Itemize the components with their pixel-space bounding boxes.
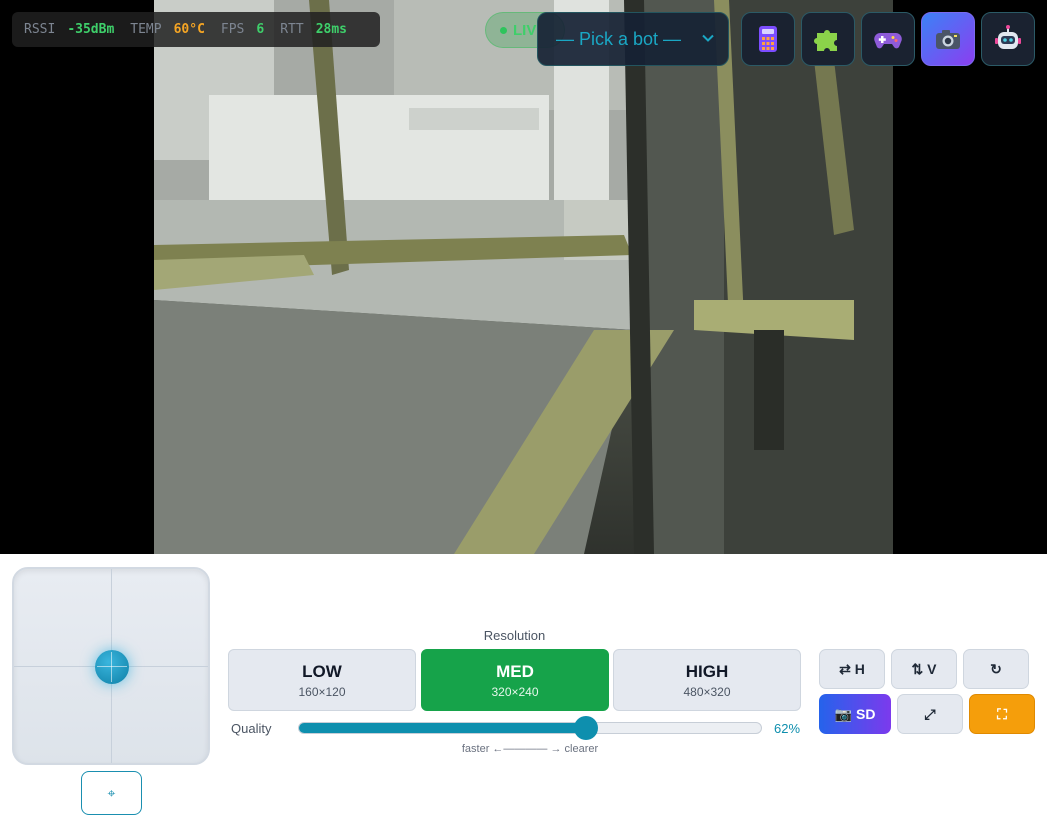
bot-picker-select[interactable]: — Pick a bot —: [537, 12, 729, 66]
resolution-low-dim: 160×120: [298, 684, 346, 699]
crosshair-icon: ⌖: [107, 784, 116, 801]
flip-vertical-label: ⇅ V: [911, 660, 937, 677]
flip-horizontal-button[interactable]: ⇄ H: [819, 649, 885, 689]
joystick-pad[interactable]: [12, 567, 210, 765]
temp-label: TEMP: [130, 22, 162, 37]
recenter-button[interactable]: ⌖: [81, 771, 142, 815]
expand-icon: ⤢: [924, 705, 936, 722]
live-dot-icon: [500, 26, 507, 34]
resolution-high-button[interactable]: HIGH 480×320: [613, 649, 801, 711]
expand-button[interactable]: ⤢: [897, 694, 963, 734]
video-stream: RSSI -35dBm TEMP 60°C FPS 6 RTT 28ms LIV…: [0, 0, 1047, 554]
robot-button[interactable]: [981, 12, 1035, 66]
puzzle-icon: [814, 30, 837, 51]
gamepad-icon: [874, 33, 902, 49]
rssi-value: -35dBm: [67, 22, 115, 37]
live-label: LIV: [513, 21, 537, 39]
rssi-label: RSSI: [24, 22, 56, 37]
resolution-high-dim: 480×320: [683, 684, 731, 699]
quality-slider-thumb[interactable]: [573, 716, 598, 740]
bot-picker-value: — Pick a bot —: [556, 28, 682, 49]
flip-vertical-button[interactable]: ⇅ V: [891, 649, 957, 689]
quality-value: 62%: [774, 721, 801, 736]
resolution-label: Resolution: [483, 628, 546, 643]
joystick-knob[interactable]: [95, 650, 129, 684]
calculator-button[interactable]: [741, 12, 795, 66]
resolution-low-button[interactable]: LOW 160×120: [228, 649, 416, 711]
quality-slider-track[interactable]: [298, 722, 762, 734]
fps-value: 6: [256, 22, 265, 37]
camera-icon: [936, 30, 960, 49]
gamepad-button[interactable]: [861, 12, 915, 66]
resolution-med-name: MED: [496, 661, 534, 681]
calculator-icon: [759, 26, 777, 52]
fullscreen-button[interactable]: ⛶: [969, 694, 1035, 734]
rotate-icon: ↻: [990, 660, 1002, 677]
camera-small-icon: 📷: [834, 705, 852, 722]
quality-hint: faster ←———— → clearer: [461, 743, 599, 755]
flip-horizontal-label: ⇄ H: [839, 660, 865, 677]
resolution-high-name: HIGH: [685, 661, 729, 681]
resolution-low-name: LOW: [302, 661, 342, 681]
quality-label: Quality: [231, 721, 272, 736]
rotate-button[interactable]: ↻: [963, 649, 1029, 689]
camera-frame-image: [154, 0, 893, 554]
resolution-med-dim: 320×240: [491, 684, 539, 699]
camera-feed: [154, 0, 893, 554]
puzzle-button[interactable]: [801, 12, 855, 66]
sd-label: SD: [855, 706, 876, 722]
telemetry-bar: RSSI -35dBm TEMP 60°C FPS 6 RTT 28ms: [12, 12, 380, 47]
resolution-med-button[interactable]: MED 320×240: [421, 649, 609, 711]
quality-slider-fill: [299, 723, 586, 733]
rtt-label: RTT: [280, 22, 304, 37]
fps-label: FPS: [220, 22, 245, 37]
robot-icon: [995, 25, 1021, 49]
chevron-down-icon: [702, 34, 714, 42]
fullscreen-icon: ⛶: [997, 705, 1007, 722]
camera-button[interactable]: [921, 12, 975, 66]
rtt-value: 28ms: [315, 22, 348, 37]
save-to-sd-button[interactable]: 📷 SD: [819, 694, 891, 734]
temp-value: 60°C: [173, 22, 205, 37]
